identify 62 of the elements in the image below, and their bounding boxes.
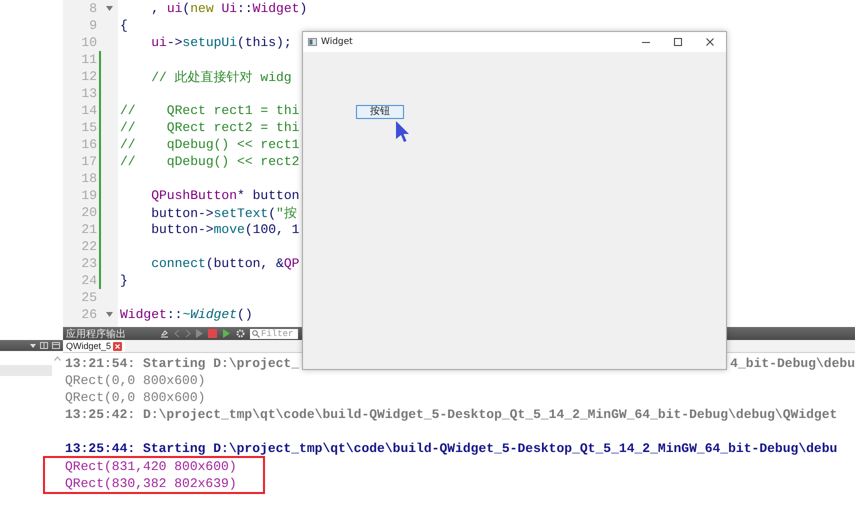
output-line: 13:25:42: D:\project_tmp\qt\code\build-QWidget_5-Desktop_Qt_5_14_2_MinGW_64_bit-Debug\debug\QWidget <box>65 407 838 422</box>
output-line: 13:25:44: Starting D:\project_tmp\qt\code\build-QWidget_5-Desktop_Qt_5_14_2_MinGW_64_bit-Debug\debu <box>65 441 838 456</box>
line-number: 22 <box>80 239 97 254</box>
output-line: QRect(831,420 800x600) <box>65 459 237 474</box>
output-line: QRect(0,0 800x600) <box>65 390 206 405</box>
line-number: 19 <box>80 188 97 203</box>
run-icon[interactable] <box>222 329 231 338</box>
next-icon[interactable] <box>185 329 191 338</box>
line-number: 21 <box>80 222 97 237</box>
code-line: // QRect rect1 = thi <box>119 103 300 118</box>
close-icon[interactable] <box>113 342 122 350</box>
code-line: QPushButton* button <box>150 188 300 203</box>
maximize-icon[interactable] <box>674 38 682 46</box>
output-tab[interactable]: QWidget_5 <box>63 340 126 352</box>
fold-arrow-icon[interactable] <box>106 6 113 11</box>
window-title: Widget <box>321 37 353 47</box>
output-line: 4_bit-Debug\debu <box>730 355 855 372</box>
filter-field[interactable]: Filter <box>250 328 298 338</box>
code-line: // 此处直接针对 widg <box>150 68 292 86</box>
code-line: button->setText("按 <box>150 204 297 222</box>
output-line: QRect(0,0 800x600) <box>65 373 206 388</box>
window-icon <box>308 38 317 46</box>
line-number: 20 <box>80 205 97 220</box>
code-line: ui->setupUi(this); <box>150 35 292 50</box>
line-number: 24 <box>80 273 97 288</box>
line-number: 14 <box>80 103 97 118</box>
line-number: 10 <box>80 35 97 50</box>
code-line: { <box>119 18 128 33</box>
line-number: 13 <box>80 86 97 101</box>
search-icon <box>252 330 260 338</box>
panel-title: 应用程序输出 <box>66 328 127 340</box>
clear-icon[interactable] <box>160 329 169 338</box>
cursor-icon <box>396 121 410 142</box>
output-line: 13:21:54: Starting D:\project_ <box>65 356 300 371</box>
code-line: // qDebug() << rect1 <box>119 137 300 152</box>
code-line: // QRect rect2 = thi <box>119 120 300 135</box>
output-line: QRect(830,382 802x639) <box>65 476 237 491</box>
line-number: 17 <box>80 154 97 169</box>
code-line: button->move(100, 1 <box>150 222 300 237</box>
play-icon[interactable] <box>196 329 203 338</box>
fold-arrow-icon[interactable] <box>106 312 113 317</box>
code-line: connect(button, &QP <box>150 256 300 271</box>
line-number: 16 <box>80 137 97 152</box>
code-line: } <box>119 273 128 288</box>
scroll-up-icon[interactable] <box>54 356 61 361</box>
previous-icon[interactable] <box>174 329 180 338</box>
line-number: 11 <box>80 52 97 67</box>
line-number: 25 <box>80 290 97 305</box>
close-icon[interactable] <box>706 38 714 46</box>
line-number: 8 <box>88 1 97 16</box>
line-number: 23 <box>80 256 97 271</box>
line-number: 18 <box>80 171 97 186</box>
push-button[interactable]: 按钮 <box>356 105 404 119</box>
code-line: Widget::~Widget() <box>119 307 253 322</box>
dropdown-icon[interactable] <box>30 344 36 348</box>
line-number: 12 <box>80 69 97 84</box>
code-line: , ui(new Ui::Widget) <box>150 1 308 16</box>
split-icon[interactable] <box>40 342 48 349</box>
line-number: 15 <box>80 120 97 135</box>
line-number: 9 <box>88 18 97 33</box>
line-number: 26 <box>80 307 97 322</box>
code-line: // qDebug() << rect2 <box>119 154 300 169</box>
